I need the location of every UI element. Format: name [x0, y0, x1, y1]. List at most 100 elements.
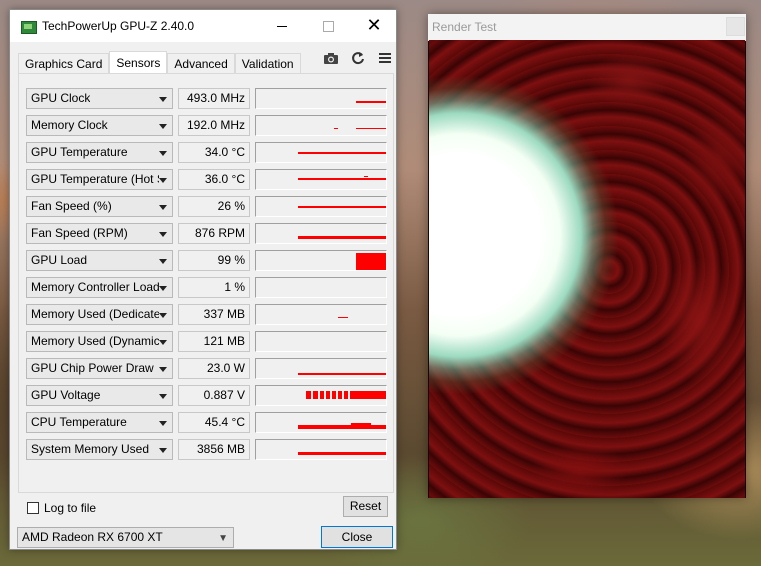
tab-bar: Graphics Card Sensors Advanced Validatio…: [18, 51, 301, 74]
sensor-graph-plot: [334, 128, 386, 129]
gpuz-app-icon: [21, 21, 37, 34]
sensor-graph: [255, 358, 387, 379]
sensor-selector[interactable]: GPU Load: [26, 250, 173, 271]
sensor-row: GPU Voltage 0.887 V: [19, 385, 395, 406]
sensor-value: 3856 MB: [178, 439, 250, 460]
sensor-value: 23.0 W: [178, 358, 250, 379]
log-to-file-label: Log to file: [44, 501, 97, 515]
sensor-graph-plot: [298, 423, 386, 429]
sensor-graph: [255, 412, 387, 433]
sensor-row: Fan Speed (%) 26 %: [19, 196, 395, 217]
sensor-label: CPU Temperature: [31, 415, 127, 429]
tab-graphics-card[interactable]: Graphics Card: [18, 53, 110, 74]
sensor-value: 192.0 MHz: [178, 115, 250, 136]
sensor-row: System Memory Used 3856 MB: [19, 439, 395, 460]
maximize-button[interactable]: [305, 10, 351, 42]
sensor-graph-plot: [356, 101, 386, 103]
tab-validation[interactable]: Validation: [234, 53, 301, 74]
sensor-selector[interactable]: Memory Controller Load: [26, 277, 173, 298]
refresh-icon[interactable]: [349, 50, 367, 66]
log-to-file-checkbox[interactable]: [27, 502, 39, 514]
maximize-icon: [322, 20, 334, 32]
sensor-graph: [255, 142, 387, 163]
sensor-graph: [255, 169, 387, 190]
sensor-row: GPU Chip Power Draw 23.0 W: [19, 358, 395, 379]
sensor-row: GPU Load 99 %: [19, 250, 395, 271]
sensor-graph: [255, 277, 387, 298]
sensor-graph: [255, 223, 387, 244]
sensor-row: Memory Controller Load 1 %: [19, 277, 395, 298]
title-bar[interactable]: TechPowerUp GPU-Z 2.40.0 ✕: [10, 10, 396, 42]
sensor-value: 45.4 °C: [178, 412, 250, 433]
sensor-selector[interactable]: GPU Temperature (Hot Spot): [26, 169, 173, 190]
sensor-row: Memory Used (Dynamic) 121 MB: [19, 331, 395, 352]
window-title: TechPowerUp GPU-Z 2.40.0: [42, 19, 195, 33]
sensor-graph-plot: [338, 317, 348, 318]
sensor-graph-plot: [256, 278, 386, 297]
gpu-selector[interactable]: AMD Radeon RX 6700 XT ▼: [17, 527, 234, 548]
sensor-graph-plot: [256, 332, 386, 351]
dropdown-arrow-icon: [159, 421, 167, 426]
dropdown-arrow-icon: [159, 97, 167, 102]
tab-sensors[interactable]: Sensors: [109, 51, 168, 74]
sensor-row: GPU Temperature (Hot Spot) 36.0 °C: [19, 169, 395, 190]
sensor-graph: [255, 331, 387, 352]
sensor-graph: [255, 385, 387, 406]
camera-icon[interactable]: [322, 50, 340, 66]
gpu-selector-value: AMD Radeon RX 6700 XT: [22, 530, 163, 544]
dropdown-arrow-icon: [159, 286, 167, 291]
sensor-selector[interactable]: Memory Used (Dedicated): [26, 304, 173, 325]
toolbar: [322, 50, 394, 66]
sensor-selector[interactable]: GPU Clock: [26, 88, 173, 109]
dropdown-arrow-icon: [159, 448, 167, 453]
dropdown-arrow-icon: [159, 259, 167, 264]
close-button[interactable]: Close: [321, 526, 393, 548]
sensor-selector[interactable]: Fan Speed (RPM): [26, 223, 173, 244]
menu-icon[interactable]: [376, 50, 394, 66]
sensor-graph: [255, 88, 387, 109]
sensor-selector[interactable]: GPU Chip Power Draw: [26, 358, 173, 379]
sensor-selector[interactable]: CPU Temperature: [26, 412, 173, 433]
sensor-graph: [255, 250, 387, 271]
sensor-graph-plot: [298, 152, 386, 154]
render-close-button[interactable]: [726, 17, 745, 36]
sensor-value: 0.887 V: [178, 385, 250, 406]
sensor-graph: [255, 196, 387, 217]
sensor-graph-plot: [298, 206, 386, 208]
sensor-value: 34.0 °C: [178, 142, 250, 163]
sensors-panel: GPU Clock 493.0 MHz Memory Clock 192.0 MHz G…: [18, 73, 394, 493]
sensor-selector[interactable]: Memory Used (Dynamic): [26, 331, 173, 352]
minimize-icon: [277, 25, 287, 27]
sensor-selector[interactable]: System Memory Used: [26, 439, 173, 460]
sensor-selector[interactable]: Fan Speed (%): [26, 196, 173, 217]
sensor-value: 36.0 °C: [178, 169, 250, 190]
close-icon: ✕: [366, 15, 382, 36]
log-to-file[interactable]: Log to file: [27, 500, 96, 516]
sensor-row: GPU Temperature 34.0 °C: [19, 142, 395, 163]
sensor-row: Fan Speed (RPM) 876 RPM: [19, 223, 395, 244]
sensor-label: GPU Temperature: [31, 145, 128, 159]
sensor-label: GPU Clock: [31, 91, 91, 105]
sensor-graph: [255, 304, 387, 325]
sensor-row: Memory Clock 192.0 MHz: [19, 115, 395, 136]
dropdown-arrow-icon: [159, 313, 167, 318]
close-window-button[interactable]: ✕: [351, 10, 397, 42]
dropdown-arrow-icon: [159, 232, 167, 237]
sensor-selector[interactable]: Memory Clock: [26, 115, 173, 136]
sensor-row: GPU Clock 493.0 MHz: [19, 88, 395, 109]
sensor-label: Memory Used (Dynamic): [31, 334, 159, 348]
sensor-value: 337 MB: [178, 304, 250, 325]
sensor-label: GPU Temperature (Hot Spot): [31, 172, 159, 186]
render-title-bar[interactable]: Render Test: [428, 14, 746, 41]
sensor-label: System Memory Used: [31, 442, 150, 456]
dropdown-arrow-icon: [159, 367, 167, 372]
sensor-graph-plot: [298, 236, 386, 239]
sensor-selector[interactable]: GPU Voltage: [26, 385, 173, 406]
sensor-selector[interactable]: GPU Temperature: [26, 142, 173, 163]
sensor-graph: [255, 439, 387, 460]
sensor-graph-plot: [298, 373, 386, 375]
dropdown-arrow-icon: [159, 178, 167, 183]
reset-button[interactable]: Reset: [343, 496, 388, 517]
tab-advanced[interactable]: Advanced: [167, 53, 235, 74]
minimize-button[interactable]: [259, 10, 305, 42]
